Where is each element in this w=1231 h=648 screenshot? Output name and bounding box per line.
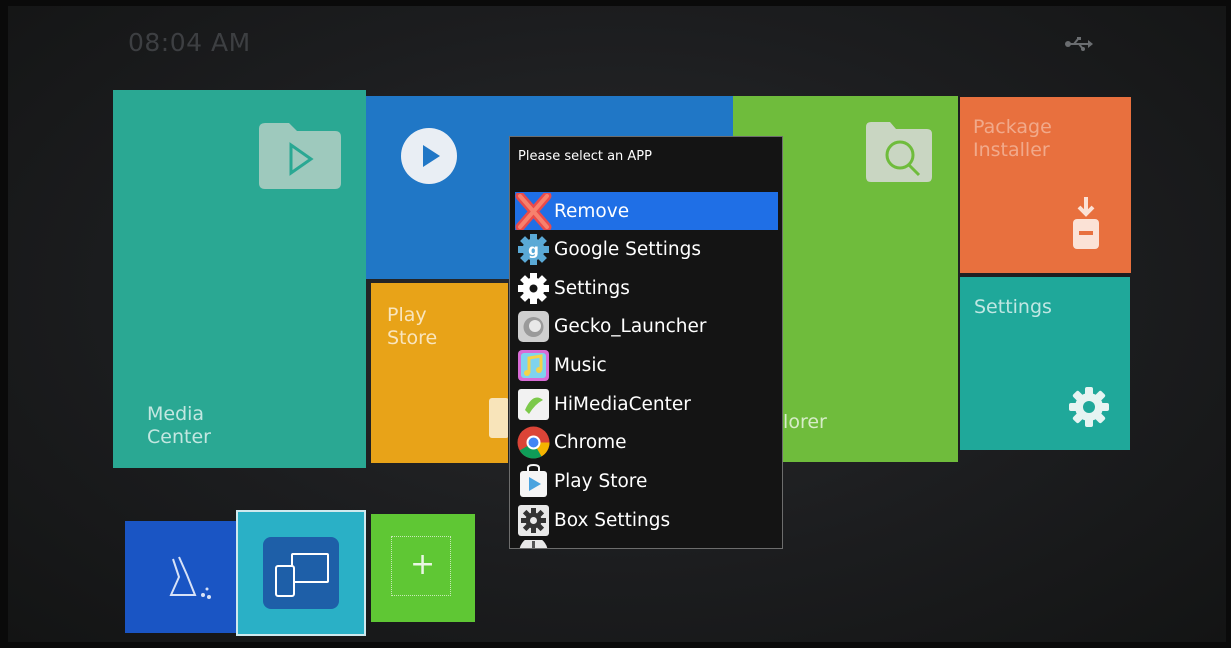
app-item-settings[interactable]: Settings bbox=[515, 269, 778, 308]
tile-settings[interactable]: Settings bbox=[960, 277, 1130, 450]
app-item-play-store[interactable]: Play Store bbox=[515, 462, 778, 501]
tile-play-store[interactable]: Play Store bbox=[371, 283, 508, 463]
tile-media-center[interactable]: Media Center bbox=[113, 90, 366, 468]
app-item-google-settings[interactable]: g Google Settings bbox=[515, 230, 778, 269]
box-settings-icon bbox=[518, 504, 549, 536]
app-label: Chrome bbox=[554, 432, 627, 454]
app-label: Play Store bbox=[554, 470, 648, 492]
usb-icon bbox=[1065, 37, 1093, 51]
select-app-dialog: Please select an APP Remove g Google Set… bbox=[509, 136, 783, 549]
video-folder-icon bbox=[259, 123, 341, 189]
music-icon bbox=[518, 349, 549, 381]
gear-icon bbox=[1069, 387, 1109, 427]
clock: 08:04 AM bbox=[128, 28, 251, 57]
settings-gear-icon bbox=[518, 272, 549, 304]
app-item-chrome[interactable]: Chrome bbox=[515, 423, 778, 462]
tile-cleaner[interactable] bbox=[125, 521, 237, 633]
search-folder-icon bbox=[866, 122, 932, 182]
app-label: Google Settings bbox=[554, 238, 701, 260]
app-label: Gecko_Launcher bbox=[554, 316, 707, 338]
app-item-partial[interactable] bbox=[515, 539, 778, 548]
plus-icon: + bbox=[410, 547, 436, 582]
app-item-music[interactable]: Music bbox=[515, 346, 778, 385]
app-label: Box Settings bbox=[554, 509, 671, 531]
app-list[interactable]: Remove g Google Settings Settings Gecko_… bbox=[515, 192, 778, 548]
app-label: HiMediaCenter bbox=[554, 393, 691, 415]
play-circle-icon bbox=[401, 128, 457, 184]
tile-screen-mirroring[interactable] bbox=[236, 510, 366, 636]
gecko-launcher-icon bbox=[518, 311, 549, 343]
broom-icon bbox=[169, 556, 211, 599]
chrome-icon bbox=[517, 426, 550, 459]
shopping-bag-icon bbox=[489, 398, 508, 438]
app-item-gecko-launcher[interactable]: Gecko_Launcher bbox=[515, 307, 778, 346]
app-label: Settings bbox=[554, 277, 630, 299]
app-item-box-settings[interactable]: Box Settings bbox=[515, 501, 778, 540]
tile-add-app[interactable]: + bbox=[371, 514, 475, 622]
svg-text:g: g bbox=[528, 241, 539, 259]
settings-label: Settings bbox=[974, 296, 1052, 318]
remove-x-icon bbox=[515, 192, 552, 230]
dialog-title: Please select an APP bbox=[518, 149, 652, 164]
mirroring-icon bbox=[263, 537, 339, 609]
partial-item-icon bbox=[519, 539, 548, 548]
install-box-icon bbox=[1073, 197, 1099, 249]
himediacenter-icon bbox=[518, 388, 549, 420]
package-installer-label: Package Installer bbox=[973, 116, 1052, 161]
app-label: Remove bbox=[554, 200, 630, 222]
app-item-remove[interactable]: Remove bbox=[515, 192, 778, 230]
play-store-icon bbox=[520, 463, 547, 497]
media-center-label: Media Center bbox=[147, 403, 211, 448]
tile-package-installer[interactable]: Package Installer bbox=[960, 97, 1131, 273]
google-settings-icon: g bbox=[518, 233, 549, 265]
app-item-himediacenter[interactable]: HiMediaCenter bbox=[515, 385, 778, 424]
app-label: Music bbox=[554, 354, 607, 376]
play-store-label: Play Store bbox=[387, 304, 438, 349]
